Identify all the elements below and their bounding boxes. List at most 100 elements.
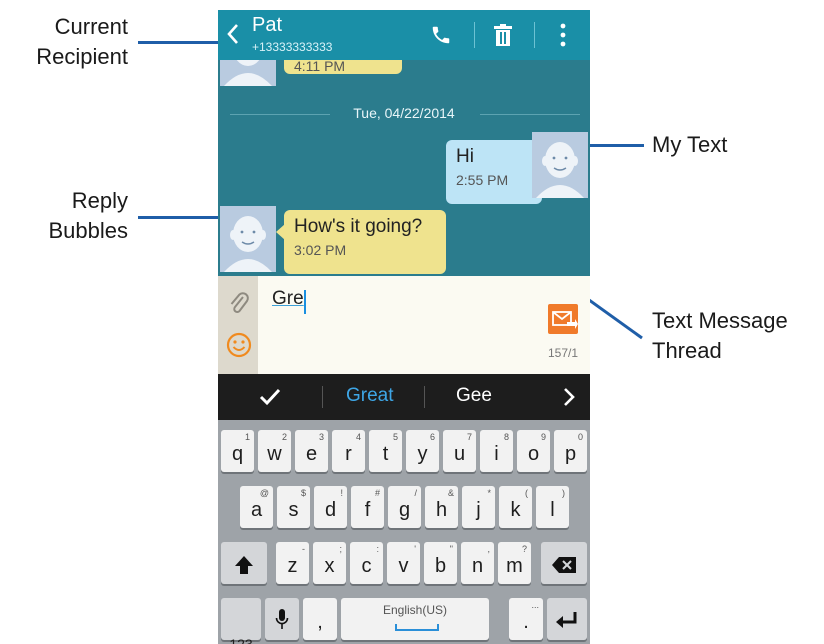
sym-key[interactable]: 123 Sym — [221, 598, 261, 644]
key-secondary: : — [376, 544, 379, 554]
key-s[interactable]: s $ — [277, 486, 310, 528]
key-secondary: " — [449, 544, 453, 554]
key-secondary: * — [487, 488, 491, 498]
period-key-sub: ... — [531, 600, 539, 610]
key-letter: w — [267, 443, 282, 465]
paperclip-icon[interactable] — [228, 292, 250, 321]
key-letter: f — [364, 499, 371, 521]
key-letter: t — [382, 443, 389, 465]
key-w[interactable]: w2 — [258, 430, 291, 472]
key-l[interactable]: l) — [536, 486, 569, 528]
key-letter: n — [471, 555, 484, 577]
recipient-number: +13333333333 — [252, 40, 333, 54]
key-letter: z — [287, 555, 298, 577]
key-letter: v — [398, 555, 409, 577]
key-a[interactable]: a @ — [240, 486, 273, 528]
message-time: 3:02 PM — [294, 242, 347, 258]
divider — [322, 386, 323, 408]
key-g[interactable]: g / — [388, 486, 421, 528]
key-h[interactable]: h & — [425, 486, 458, 528]
key-letter: y — [417, 443, 428, 465]
key-secondary: ! — [340, 488, 343, 498]
key-p[interactable]: p0 — [554, 430, 587, 472]
recipient-name[interactable]: Pat — [252, 14, 282, 37]
key-secondary: @ — [259, 488, 269, 498]
key-secondary: , — [487, 544, 490, 554]
text-caret — [304, 290, 306, 314]
key-secondary: ; — [339, 544, 342, 554]
key-letter: i — [494, 443, 499, 465]
chevron-right-icon[interactable] — [562, 386, 576, 413]
header-divider — [474, 22, 475, 48]
period-key[interactable]: . ... — [509, 598, 543, 640]
key-r[interactable]: r4 — [332, 430, 365, 472]
key-letter: g — [398, 499, 411, 521]
shift-icon[interactable] — [221, 542, 267, 584]
key-x[interactable]: x; — [313, 542, 346, 584]
key-e[interactable]: e3 — [295, 430, 328, 472]
key-secondary: 8 — [503, 432, 509, 442]
recipient-avatar — [220, 206, 276, 272]
key-z[interactable]: z- — [276, 542, 309, 584]
key-letter: s — [288, 499, 299, 521]
key-k[interactable]: k( — [499, 486, 532, 528]
divider — [480, 114, 580, 115]
message-thread[interactable]: 4:11 PM Tue, 04/22/2014 Hi 2:55 PM How's… — [218, 60, 590, 276]
key-q[interactable]: q1 — [221, 430, 254, 472]
enter-icon[interactable] — [547, 598, 587, 640]
key-n[interactable]: n, — [461, 542, 494, 584]
keyboard: q1w2e3r4t5y6u7i8o9p0 a @ s $ d! f # g / h & j * k(l) … — [218, 420, 590, 644]
key-v[interactable]: v ' — [387, 542, 420, 584]
key-secondary: ' — [414, 544, 416, 554]
key-secondary: ? — [521, 544, 527, 554]
more-vertical-icon[interactable] — [548, 20, 578, 50]
space-bar-mark — [395, 624, 439, 631]
key-i[interactable]: i8 — [480, 430, 513, 472]
suggestion-gee[interactable]: Gee — [456, 385, 492, 407]
key-secondary: 2 — [281, 432, 287, 442]
key-c[interactable]: c: — [350, 542, 383, 584]
key-u[interactable]: u7 — [443, 430, 476, 472]
space-key[interactable]: English(US) — [341, 598, 489, 640]
message-bubble-partial[interactable]: 4:11 PM — [284, 60, 402, 74]
key-d[interactable]: d! — [314, 486, 347, 528]
message-text: Hi — [456, 146, 474, 167]
phone-screen: Pat +13333333333 4:11 PM Tue, 04/22/2014 — [218, 10, 590, 644]
key-secondary: 6 — [429, 432, 435, 442]
send-icon[interactable] — [548, 304, 578, 334]
key-letter: c — [361, 555, 372, 577]
key-letter: j — [476, 499, 481, 521]
key-secondary: 4 — [355, 432, 361, 442]
suggestion-great[interactable]: Great — [346, 385, 394, 407]
key-b[interactable]: b " — [424, 542, 457, 584]
key-o[interactable]: o9 — [517, 430, 550, 472]
phone-icon[interactable] — [426, 20, 456, 50]
key-letter: m — [506, 555, 523, 577]
key-letter: b — [434, 555, 447, 577]
microphone-icon[interactable] — [265, 598, 299, 640]
character-counter: 157/1 — [548, 346, 579, 360]
comma-key[interactable]: , — [303, 598, 337, 640]
key-secondary: 3 — [318, 432, 324, 442]
chevron-left-icon[interactable] — [226, 22, 240, 51]
reply-message-bubble[interactable]: How's it going? 3:02 PM — [284, 210, 446, 274]
key-f[interactable]: f # — [351, 486, 384, 528]
message-input[interactable]: Gre — [272, 288, 304, 310]
key-secondary: 1 — [244, 432, 250, 442]
message-time: 4:11 PM — [294, 60, 346, 74]
key-letter: p — [564, 443, 577, 465]
smiley-icon[interactable] — [226, 332, 252, 363]
message-text: How's it going? — [294, 216, 423, 237]
key-y[interactable]: y6 — [406, 430, 439, 472]
compose-bar: Gre 157/1 — [218, 276, 590, 374]
sym-key-label: 123 Sym — [229, 636, 253, 644]
key-t[interactable]: t5 — [369, 430, 402, 472]
backspace-icon[interactable] — [541, 542, 587, 584]
key-m[interactable]: m? — [498, 542, 531, 584]
my-message-bubble[interactable]: Hi 2:55 PM — [446, 140, 542, 204]
date-label: Tue, 04/22/2014 — [353, 105, 455, 121]
conversation-header: Pat +13333333333 — [218, 10, 590, 60]
trash-icon[interactable] — [488, 20, 518, 50]
key-j[interactable]: j * — [462, 486, 495, 528]
checkmark-icon[interactable] — [258, 386, 282, 413]
